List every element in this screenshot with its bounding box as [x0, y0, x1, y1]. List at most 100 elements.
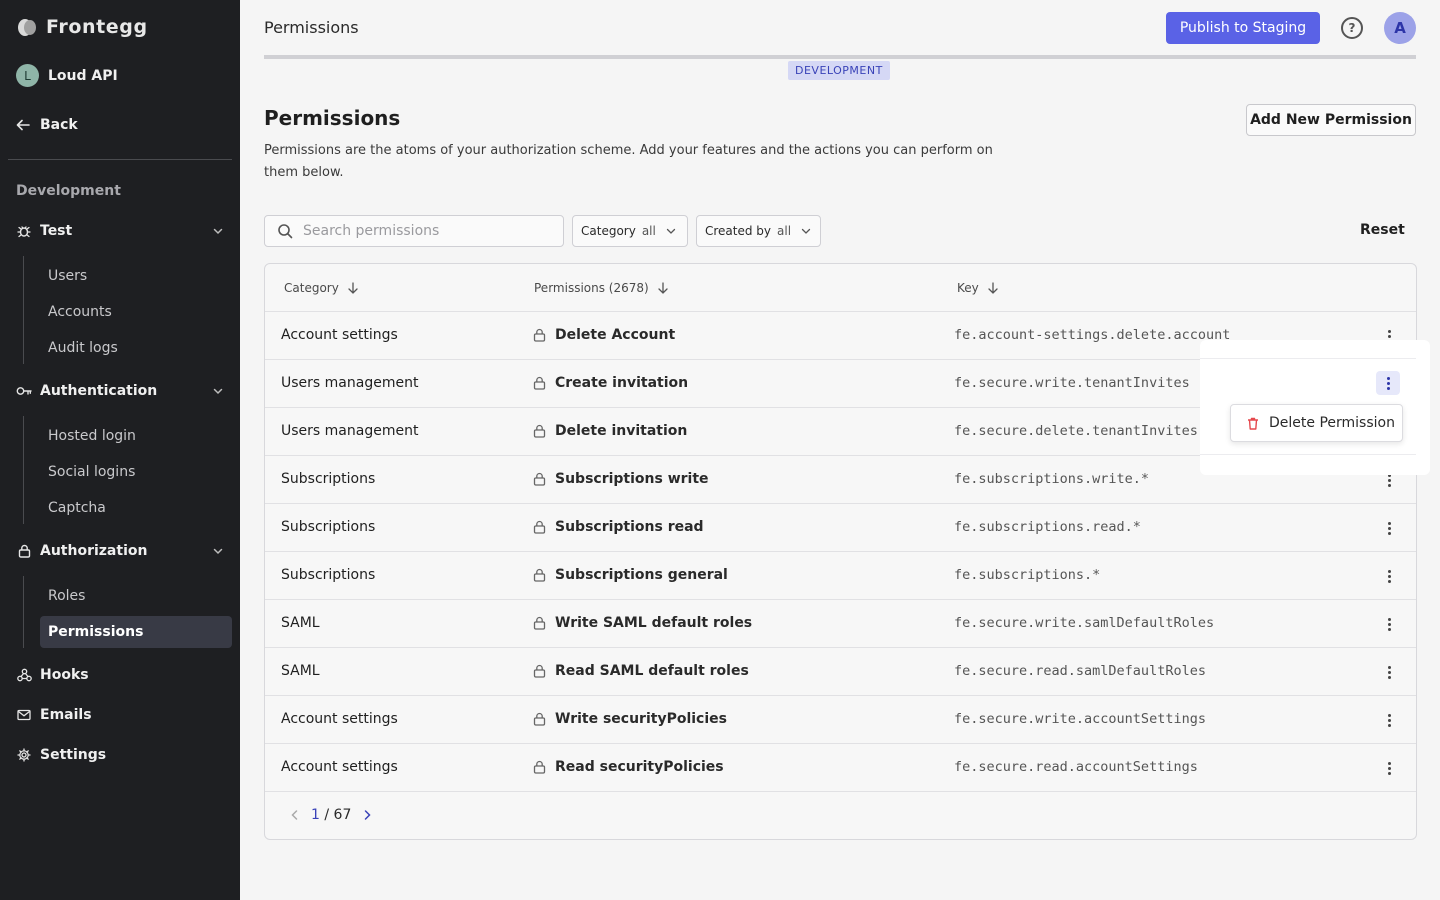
mail-icon [16, 707, 32, 723]
workspace-avatar: L [16, 64, 39, 87]
category-filter[interactable]: Category all [572, 215, 688, 247]
workspace-selector[interactable]: L Loud API [16, 64, 118, 87]
key-cell: fe.secure.write.accountSettings [954, 711, 1206, 727]
lock-icon [533, 616, 546, 630]
brand-name: Frontegg [46, 16, 148, 38]
category-cell: Subscriptions [281, 567, 376, 583]
chevron-down-icon [213, 548, 223, 555]
chevron-left-icon[interactable] [289, 809, 301, 821]
delete-permission-menu-item[interactable]: Delete Permission [1230, 404, 1403, 442]
sidebar-group-authentication[interactable]: Authentication [16, 383, 224, 399]
permission-name: Delete Account [555, 327, 676, 343]
key-cell: fe.secure.read.accountSettings [954, 759, 1198, 775]
permission-name: Write securityPolicies [555, 711, 727, 727]
more-vertical-icon[interactable] [1379, 758, 1399, 778]
lock-icon [533, 520, 546, 534]
more-vertical-icon[interactable] [1379, 710, 1399, 730]
more-vertical-icon[interactable] [1376, 371, 1400, 395]
category-cell: Account settings [281, 327, 398, 343]
filter-value: all [777, 224, 792, 238]
sidebar-item-emails[interactable]: Emails [16, 707, 224, 723]
row-divider [1200, 454, 1416, 455]
permission-name: Subscriptions write [555, 471, 709, 487]
key-cell: fe.subscriptions.write.* [954, 471, 1150, 487]
permission-cell: Write securityPolicies [533, 711, 727, 727]
row-divider [1200, 358, 1416, 359]
table-row[interactable]: SAML Read SAML default roles fe.secure.rea… [265, 648, 1416, 696]
sidebar-item-audit-logs[interactable]: Audit logs [40, 332, 232, 364]
pagination: 1 / 67 [289, 807, 373, 823]
tree-line [23, 576, 24, 648]
chevron-right-icon[interactable] [361, 809, 373, 821]
permission-name: Write SAML default roles [555, 615, 753, 631]
filter-label: Created by [705, 224, 772, 238]
table-row[interactable]: Subscriptions Subscriptions general fe.sub… [265, 552, 1416, 600]
sidebar-item-captcha[interactable]: Captcha [40, 492, 232, 524]
permission-name: Delete invitation [555, 423, 688, 439]
created-by-filter[interactable]: Created by all [696, 215, 821, 247]
column-header-category[interactable]: Category [284, 281, 359, 295]
search-input[interactable] [303, 223, 543, 239]
category-cell: Subscriptions [281, 471, 376, 487]
permission-cell: Delete invitation [533, 423, 687, 439]
sidebar-item-label: Hooks [40, 667, 89, 683]
bug-icon [16, 223, 32, 239]
lock-icon [533, 568, 546, 582]
add-new-permission-button[interactable]: Add New Permission [1246, 104, 1416, 136]
key-cell: fe.secure.write.tenantInvites [954, 375, 1190, 391]
frontegg-logo[interactable]: Frontegg [16, 16, 148, 38]
sidebar-divider [8, 159, 232, 160]
sidebar-group-authorization[interactable]: Authorization [16, 543, 224, 559]
page-description: Permissions are the atoms of your author… [264, 143, 993, 180]
category-cell: Users management [281, 423, 419, 439]
frontegg-logo-icon [16, 16, 38, 38]
total-pages: 67 [333, 807, 352, 823]
workspace-name: Loud API [48, 67, 118, 84]
sidebar-item-users[interactable]: Users [40, 260, 232, 292]
lock-icon [16, 543, 32, 559]
sidebar-group-label: Authentication [40, 383, 158, 399]
more-vertical-icon[interactable] [1379, 566, 1399, 586]
sidebar-item-hosted-login[interactable]: Hosted login [40, 420, 232, 452]
table-row[interactable]: Account settings Write securityPolicies fe… [265, 696, 1416, 744]
column-label: Permissions (2678) [534, 281, 649, 295]
sidebar-item-accounts[interactable]: Accounts [40, 296, 232, 328]
column-label: Key [957, 281, 979, 295]
more-vertical-icon[interactable] [1379, 518, 1399, 538]
table-row[interactable]: Subscriptions Subscriptions read fe.subscr… [265, 504, 1416, 552]
back-link[interactable]: Back [16, 117, 78, 133]
tree-line [23, 256, 24, 364]
table-row[interactable]: SAML Write SAML default roles fe.secure.wr… [265, 600, 1416, 648]
chevron-down-icon [213, 228, 223, 235]
sidebar-item-label: Emails [40, 707, 92, 723]
more-vertical-icon[interactable] [1379, 662, 1399, 682]
more-vertical-icon[interactable] [1379, 614, 1399, 634]
sidebar-item-social-logins[interactable]: Social logins [40, 456, 232, 488]
sidebar-group-label: Authorization [40, 543, 148, 559]
chevron-down-icon [666, 228, 676, 234]
column-header-key[interactable]: Key [957, 281, 999, 295]
column-header-permissions[interactable]: Permissions (2678) [534, 281, 669, 295]
sidebar: Frontegg L Loud API Back Development Tes… [0, 0, 240, 900]
publish-to-staging-button[interactable]: Publish to Staging [1166, 12, 1320, 44]
lock-icon [533, 376, 546, 390]
table-row[interactable]: Account settings Read securityPolicies fe.… [265, 744, 1416, 792]
column-label: Category [284, 281, 339, 295]
user-avatar[interactable]: A [1384, 12, 1416, 44]
back-label: Back [40, 117, 78, 133]
permission-name: Subscriptions read [555, 519, 704, 535]
sidebar-group-test[interactable]: Test [16, 223, 224, 239]
lock-icon [533, 328, 546, 342]
reset-button[interactable]: Reset [1360, 222, 1405, 238]
table-header: Category Permissions (2678) Key [265, 264, 1416, 312]
permission-cell: Create invitation [533, 375, 688, 391]
search-box[interactable] [264, 215, 564, 247]
sidebar-item-permissions[interactable]: Permissions [40, 616, 232, 648]
sidebar-item-roles[interactable]: Roles [40, 580, 232, 612]
delete-permission-label: Delete Permission [1269, 415, 1395, 431]
help-icon[interactable]: ? [1341, 17, 1363, 39]
sidebar-item-settings[interactable]: Settings [16, 747, 224, 763]
sidebar-item-hooks[interactable]: Hooks [16, 667, 224, 683]
key-cell: fe.secure.write.samlDefaultRoles [954, 615, 1215, 631]
key-cell: fe.secure.delete.tenantInvites [954, 423, 1198, 439]
